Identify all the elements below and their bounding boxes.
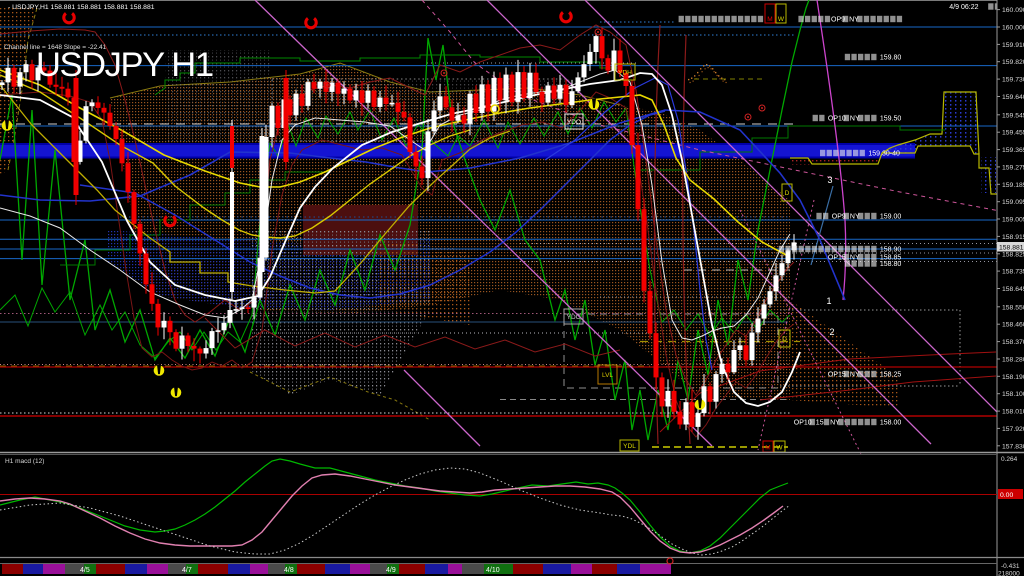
svg-text:158.881: 158.881: [999, 245, 1024, 252]
svg-text:4/9 06:22: 4/9 06:22: [949, 4, 978, 11]
svg-text:158.825: 158.825: [1002, 251, 1024, 258]
svg-text:W: W: [776, 445, 783, 452]
svg-text:M: M: [767, 16, 772, 23]
svg-text:158.80: 158.80: [880, 261, 902, 268]
svg-text:159.275: 159.275: [1002, 164, 1024, 171]
svg-text:218000: 218000: [998, 571, 1020, 576]
svg-text:158.100: 158.100: [1002, 391, 1024, 398]
svg-text:159.50: 159.50: [880, 116, 902, 123]
svg-text:159.005: 159.005: [1002, 217, 1024, 224]
svg-text:2: 2: [829, 327, 834, 337]
svg-text:159.730: 159.730: [1002, 77, 1024, 84]
svg-text:159.185: 159.185: [1002, 182, 1024, 189]
svg-text:158.280: 158.280: [1002, 357, 1024, 364]
svg-text:157.830: 157.830: [1002, 443, 1024, 450]
svg-text:M: M: [765, 445, 770, 452]
svg-text:4/10: 4/10: [486, 567, 500, 574]
svg-text:157.920: 157.920: [1002, 426, 1024, 433]
svg-text:159.910: 159.910: [1002, 42, 1024, 49]
svg-text:158.190: 158.190: [1002, 374, 1024, 381]
svg-text:OP15: OP15: [828, 255, 846, 262]
svg-text:YDL: YDL: [623, 443, 636, 450]
svg-text:1: 1: [826, 296, 831, 306]
svg-text:159.545: 159.545: [1002, 112, 1024, 119]
svg-text:159.640: 159.640: [1002, 94, 1024, 101]
svg-text:OP10: OP10: [828, 116, 846, 123]
svg-text:H1 macd (12): H1 macd (12): [5, 458, 44, 465]
svg-text:158.010: 158.010: [1002, 409, 1024, 416]
svg-text:OP15: OP15: [828, 372, 846, 379]
svg-text:YDO: YDO: [567, 119, 581, 126]
svg-text:159.455: 159.455: [1002, 130, 1024, 137]
svg-text:159.30-40: 159.30-40: [868, 151, 900, 158]
svg-text:158.460: 158.460: [1002, 322, 1024, 329]
svg-text:160.000: 160.000: [1002, 25, 1024, 32]
svg-text:4/8: 4/8: [284, 567, 294, 574]
svg-text:158.25: 158.25: [880, 372, 902, 379]
svg-text:159.095: 159.095: [1002, 199, 1024, 206]
svg-text:-0.431: -0.431: [1001, 563, 1020, 570]
svg-text:4/5: 4/5: [80, 567, 90, 574]
svg-text:159.80: 159.80: [880, 55, 902, 62]
svg-text:158.915: 158.915: [1002, 234, 1024, 241]
svg-text:W: W: [778, 16, 785, 23]
svg-text:USDJPY H1: USDJPY H1: [36, 46, 214, 84]
svg-text:159.365: 159.365: [1002, 147, 1024, 154]
svg-text:158.735: 158.735: [1002, 269, 1024, 276]
svg-text:YDC: YDC: [567, 314, 581, 321]
svg-text:D: D: [785, 190, 790, 197]
svg-text:0.00: 0.00: [1000, 492, 1013, 499]
svg-text:158.90: 158.90: [880, 247, 902, 254]
svg-text:3: 3: [827, 175, 832, 185]
svg-text:4/9: 4/9: [386, 567, 396, 574]
svg-text:D: D: [782, 336, 787, 343]
svg-text:159.00: 159.00: [880, 214, 902, 221]
svg-text:158.370: 158.370: [1002, 339, 1024, 346]
svg-text:0.264: 0.264: [1001, 456, 1018, 463]
svg-text:4/7: 4/7: [182, 567, 192, 574]
svg-text:158.00: 158.00: [880, 420, 902, 427]
svg-text:159.820: 159.820: [1002, 59, 1024, 66]
svg-text:158.645: 158.645: [1002, 286, 1024, 293]
svg-text:15: 15: [816, 420, 824, 427]
svg-text:LVL: LVL: [602, 372, 613, 379]
svg-text:- USDJPY,H1 158.881 158.881 1: - USDJPY,H1 158.881 158.881 158.881 158.…: [8, 4, 155, 11]
svg-text:YDH: YDH: [618, 69, 632, 76]
svg-text:OP10: OP10: [794, 420, 812, 427]
svg-text:160.090: 160.090: [1002, 7, 1024, 14]
svg-text:158.550: 158.550: [1002, 304, 1024, 311]
